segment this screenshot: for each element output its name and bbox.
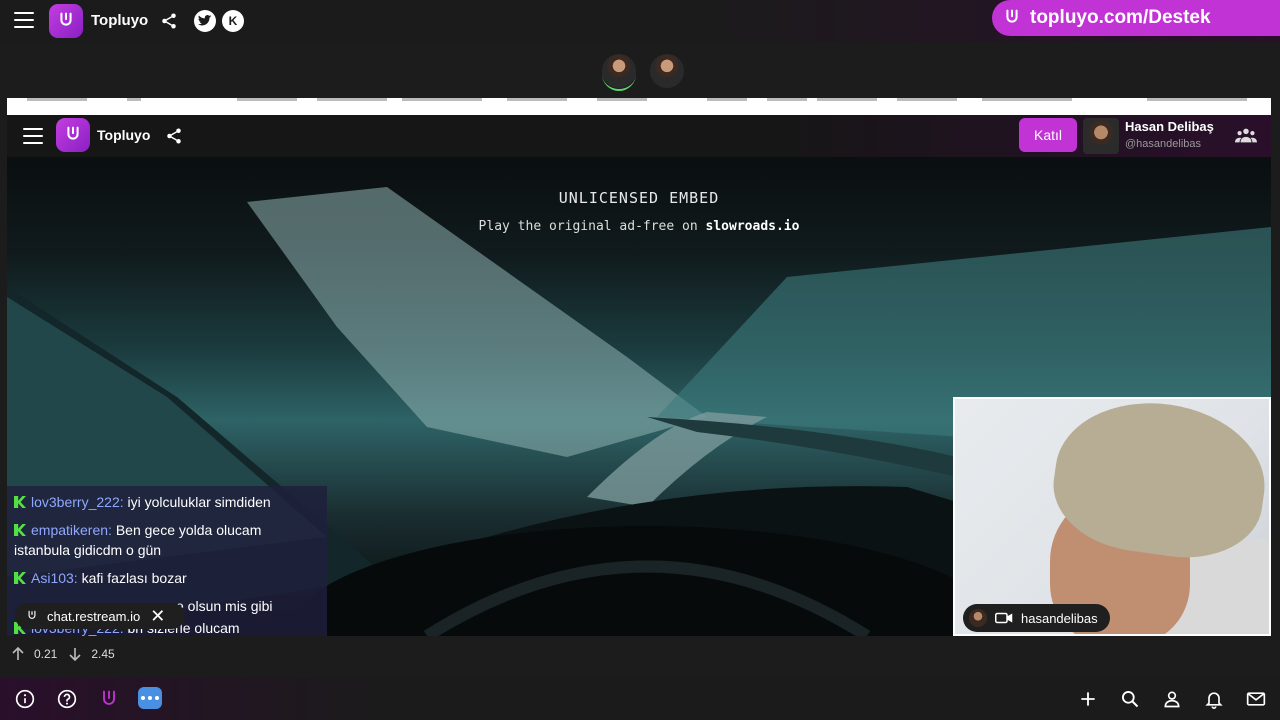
close-icon[interactable]: ✕: [150, 607, 165, 625]
arrow-down-icon: [69, 648, 81, 662]
kick-icon: [14, 496, 26, 508]
arrow-up-icon: [12, 646, 24, 660]
avatar[interactable]: [650, 54, 684, 88]
share-icon[interactable]: [160, 12, 178, 30]
chat-nick: lov3berry_222:: [31, 494, 124, 510]
kick-icon: [14, 572, 26, 584]
add-icon[interactable]: [1078, 689, 1098, 709]
avatar: [969, 609, 987, 627]
user-handle: @hasandelibas: [1125, 138, 1201, 150]
video-camera-icon: [995, 612, 1013, 624]
webcam-label[interactable]: hasandelibas: [963, 604, 1110, 632]
topluyo-logo[interactable]: [49, 4, 83, 38]
bottom-bar: [0, 678, 1280, 720]
support-link-text: topluyo.com/Destek: [1030, 7, 1211, 28]
embed-header: Topluyo Katıl Hasan Delibaş @hasandeliba…: [7, 115, 1271, 157]
top-bar: Topluyo K topluyo.com/Destek: [0, 0, 1280, 42]
people-icon[interactable]: [1235, 127, 1257, 143]
brand-name[interactable]: Topluyo: [91, 12, 148, 29]
user-avatar[interactable]: [1083, 118, 1119, 154]
search-icon[interactable]: [1120, 689, 1140, 709]
kick-icon: [14, 524, 26, 536]
mail-icon[interactable]: [1246, 689, 1266, 709]
topluyo-logo[interactable]: [56, 118, 90, 152]
topluyo-logo-small: [998, 4, 1026, 32]
toast-text: chat.restream.io: [47, 608, 141, 624]
chat-icon[interactable]: [138, 687, 162, 709]
kick-icon[interactable]: K: [222, 10, 244, 32]
download-value: 2.45: [91, 647, 115, 661]
bell-icon[interactable]: [1204, 689, 1224, 709]
chat-message: lov3berry_222: iyi yolculuklar simdiden: [14, 492, 320, 512]
viewer-avatars: [602, 54, 684, 91]
support-link[interactable]: topluyo.com/Destek: [992, 0, 1280, 36]
help-icon[interactable]: [57, 689, 77, 709]
menu-icon[interactable]: [23, 128, 43, 144]
user-name[interactable]: Hasan Delibaş: [1125, 119, 1214, 134]
twitter-icon[interactable]: [194, 10, 216, 32]
bookmark-bar: [7, 98, 1271, 115]
chat-message: empatikeren: Ben gece yolda olucam istan…: [14, 520, 320, 560]
join-button[interactable]: Katıl: [1019, 118, 1077, 152]
info-icon[interactable]: [15, 689, 35, 709]
user-icon[interactable]: [1162, 689, 1182, 709]
embed-warning-prefix: Play the original ad-free on: [478, 219, 706, 234]
app-root: Topluyo K topluyo.com/Destek Topluyo Kat…: [0, 0, 1280, 720]
chat-nick: Asi103:: [31, 570, 78, 586]
menu-icon[interactable]: [14, 12, 34, 28]
chat-text: e olsun mis gibi: [176, 598, 273, 614]
share-icon[interactable]: [165, 127, 183, 145]
embed-warning-title: UNLICENSED EMBED: [558, 189, 720, 207]
webcam-username: hasandelibas: [1021, 610, 1098, 626]
restream-icon: [28, 610, 36, 619]
chat-text: iyi yolculuklar simdiden: [123, 494, 271, 510]
avatar[interactable]: [602, 54, 636, 91]
embed-warning-subtitle: Play the original ad-free on slowroads.i…: [7, 219, 1271, 234]
chat-nick: empatikeren:: [31, 522, 112, 538]
topluyo-home-icon[interactable]: [99, 689, 119, 709]
brand-name[interactable]: Topluyo: [97, 127, 150, 143]
stream-stats: 0.21 2.45: [10, 646, 115, 662]
upload-value: 0.21: [34, 647, 58, 661]
chat-source-toast: chat.restream.io ✕: [15, 603, 185, 629]
stream-frame: Topluyo Katıl Hasan Delibaş @hasandeliba…: [7, 98, 1271, 636]
webcam-feed[interactable]: hasandelibas: [953, 397, 1271, 636]
slowroads-link[interactable]: slowroads.io: [706, 219, 800, 234]
chat-text: kafi fazlası bozar: [77, 570, 187, 586]
chat-message: Asi103: kafi fazlası bozar: [14, 568, 320, 588]
